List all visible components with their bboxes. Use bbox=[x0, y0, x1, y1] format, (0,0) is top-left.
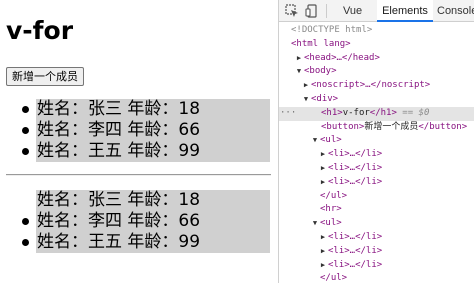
collapse-arrow-icon[interactable]: ▼ bbox=[311, 217, 319, 231]
device-toolbar-icon[interactable] bbox=[305, 4, 319, 18]
dom-node-html[interactable]: <html lang> bbox=[279, 38, 474, 52]
dom-node-noscript[interactable]: ▶ <noscript>…</noscript> bbox=[279, 79, 474, 93]
li-tag: <li>…</li> bbox=[328, 245, 383, 256]
head-tag: <head>…</head> bbox=[304, 52, 380, 63]
horizontal-rule bbox=[6, 174, 271, 176]
bullet-icon bbox=[22, 218, 29, 225]
add-member-button[interactable]: 新增一个成员 bbox=[6, 67, 84, 86]
more-options-icon[interactable]: ··· bbox=[280, 107, 296, 121]
dom-node-li[interactable]: ▶ <li>…</li> bbox=[279, 231, 474, 245]
li-tag: <li>…</li> bbox=[328, 149, 383, 160]
dom-node-li[interactable]: ▶ <li>…</li> bbox=[279, 148, 474, 162]
list-item: 姓名：张三 年龄：18 bbox=[0, 190, 277, 211]
person-list-1: 姓名：张三 年龄：18 姓名：李四 年龄：66 姓名：王五 年龄：99 bbox=[0, 99, 277, 162]
expand-arrow-icon[interactable]: ▶ bbox=[319, 259, 327, 273]
tab-vue[interactable]: Vue bbox=[343, 0, 362, 22]
collapse-arrow-icon[interactable]: ▼ bbox=[302, 93, 310, 107]
button-text: 新增一个成员 bbox=[364, 121, 419, 132]
dom-node-li[interactable]: ▶ <li>…</li> bbox=[279, 259, 474, 273]
noscript-tag: <noscript>…</noscript> bbox=[311, 80, 431, 91]
html-tag: <html lang> bbox=[291, 38, 351, 49]
console-ref: == $0 bbox=[402, 107, 430, 118]
list-item: 姓名：王五 年龄：99 bbox=[0, 141, 277, 162]
ul-tag: <ul> bbox=[320, 218, 342, 229]
div-tag: <div> bbox=[311, 93, 339, 104]
list-item-text: 姓名：王五 年龄：99 bbox=[37, 232, 201, 252]
collapse-arrow-icon[interactable]: ▼ bbox=[311, 134, 319, 148]
li-tag: <li>…</li> bbox=[328, 231, 383, 242]
list-item-text: 姓名：李四 年龄：66 bbox=[37, 211, 201, 231]
dom-node-body[interactable]: ▼ <body> bbox=[279, 65, 474, 79]
expand-arrow-icon[interactable]: ▶ bbox=[319, 148, 327, 162]
devtools-panel: Vue Elements Console <!DOCTYPE html> <ht… bbox=[278, 0, 474, 283]
bullet-icon bbox=[22, 106, 29, 113]
dom-node-ul-close[interactable]: </ul> bbox=[279, 190, 474, 204]
dom-node-h1-selected[interactable]: ··· <h1>v-for</h1> == $0 bbox=[279, 106, 474, 121]
list-item: 姓名：王五 年龄：99 bbox=[0, 232, 277, 253]
button-open-tag: <button> bbox=[321, 121, 365, 132]
tab-elements[interactable]: Elements bbox=[377, 0, 433, 22]
active-tab-indicator bbox=[377, 20, 433, 22]
li-tag: <li>…</li> bbox=[328, 162, 383, 173]
expand-arrow-icon[interactable]: ▶ bbox=[319, 162, 327, 176]
dom-node-head[interactable]: ▶ <head>…</head> bbox=[279, 52, 474, 66]
li-tag: <li>…</li> bbox=[328, 176, 383, 187]
list-item-text: 姓名：李四 年龄：66 bbox=[37, 120, 201, 140]
person-list-2: 姓名：张三 年龄：18 姓名：李四 年龄：66 姓名：王五 年龄：99 bbox=[0, 190, 277, 253]
doctype-text: <!DOCTYPE html> bbox=[291, 25, 373, 35]
list-item: 姓名：李四 年龄：66 bbox=[0, 211, 277, 232]
bullet-icon bbox=[22, 127, 29, 134]
collapse-arrow-icon[interactable]: ▼ bbox=[295, 65, 303, 79]
list-item-text: 姓名：张三 年龄：18 bbox=[37, 99, 201, 119]
bullet-icon bbox=[22, 148, 29, 155]
dom-node-li[interactable]: ▶ <li>…</li> bbox=[279, 176, 474, 190]
dom-node-ul-close[interactable]: </ul> bbox=[279, 272, 474, 283]
toolbar-separator bbox=[326, 4, 327, 18]
devtools-toolbar: Vue Elements Console bbox=[279, 0, 474, 22]
h1-open-tag: <h1> bbox=[321, 107, 343, 118]
list-item: 姓名：张三 年龄：18 bbox=[0, 99, 277, 120]
ul-close-tag: </ul> bbox=[320, 273, 348, 283]
hr-tag: <hr> bbox=[320, 204, 342, 215]
body-tag: <body> bbox=[304, 66, 337, 77]
tab-console[interactable]: Console bbox=[437, 0, 474, 22]
dom-node-hr[interactable]: <hr> bbox=[279, 203, 474, 217]
expand-arrow-icon[interactable]: ▶ bbox=[319, 245, 327, 259]
rendered-page: v-for 新增一个成员 姓名：张三 年龄：18 姓名：李四 年龄：66 姓名：… bbox=[0, 0, 277, 283]
dom-node-doctype[interactable]: <!DOCTYPE html> bbox=[279, 24, 474, 38]
list-item-text: 姓名：张三 年龄：18 bbox=[37, 190, 201, 210]
dom-node-li[interactable]: ▶ <li>…</li> bbox=[279, 245, 474, 259]
ul-close-tag: </ul> bbox=[320, 190, 348, 201]
expand-arrow-icon[interactable]: ▶ bbox=[302, 79, 310, 93]
dom-node-ul[interactable]: ▼ <ul> bbox=[279, 134, 474, 148]
expand-arrow-icon[interactable]: ▶ bbox=[319, 231, 327, 245]
button-close-tag: </button> bbox=[418, 121, 468, 132]
h1-close-tag: </h1> bbox=[369, 107, 397, 118]
dom-tree: <!DOCTYPE html> <html lang> ▶ <head>…</h… bbox=[279, 24, 474, 283]
bullet-icon bbox=[22, 239, 29, 246]
dom-node-div[interactable]: ▼ <div> bbox=[279, 93, 474, 107]
dom-node-button[interactable]: <button>新增一个成员</button> bbox=[279, 121, 474, 135]
list-item: 姓名：李四 年龄：66 bbox=[0, 120, 277, 141]
page-heading: v-for bbox=[6, 16, 74, 45]
list-item-text: 姓名：王五 年龄：99 bbox=[37, 141, 201, 161]
ul-tag: <ul> bbox=[320, 135, 342, 146]
inspect-element-icon[interactable] bbox=[285, 4, 299, 18]
expand-arrow-icon[interactable]: ▶ bbox=[319, 176, 327, 190]
dom-node-li[interactable]: ▶ <li>…</li> bbox=[279, 162, 474, 176]
dom-node-ul[interactable]: ▼ <ul> bbox=[279, 217, 474, 231]
expand-arrow-icon[interactable]: ▶ bbox=[295, 52, 303, 66]
li-tag: <li>…</li> bbox=[328, 259, 383, 270]
h1-text: v-for bbox=[342, 107, 370, 118]
